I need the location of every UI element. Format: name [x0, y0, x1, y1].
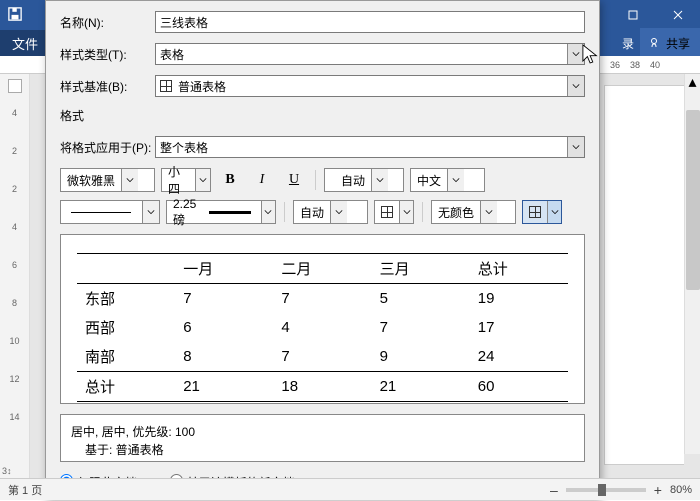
- font-color-combo[interactable]: 自动: [324, 168, 404, 192]
- ruler-origin-icon[interactable]: [8, 79, 22, 93]
- style-description: 居中, 居中, 优先级: 100 基于: 普通表格: [60, 414, 585, 462]
- bold-button[interactable]: B: [217, 168, 243, 192]
- line-weight-sample-icon: [209, 211, 250, 214]
- apply-icon: [529, 206, 541, 218]
- borders-icon: [381, 206, 393, 218]
- chevron-down-icon[interactable]: [121, 169, 138, 191]
- style-base-combo[interactable]: 普通表格: [155, 75, 585, 97]
- chevron-down-icon[interactable]: [567, 76, 584, 96]
- table-header: [77, 254, 175, 284]
- style-type-value: 表格: [156, 44, 567, 65]
- page-indicator[interactable]: 第 1 页: [8, 482, 42, 498]
- page-count-icon: 3↕: [0, 464, 29, 478]
- name-label: 名称(N):: [60, 14, 155, 31]
- ruler-tick: 38: [630, 60, 640, 70]
- font-toolbar: 微软雅黑 小四 B I U 自动 中文: [60, 168, 585, 192]
- ruler-tick: 40: [650, 60, 660, 70]
- zoom-slider[interactable]: [566, 488, 646, 492]
- table-total-row: 总计 21 18 21 60: [77, 372, 568, 402]
- style-base-label: 样式基准(B):: [60, 78, 155, 95]
- apply-to-value: 整个表格: [156, 137, 567, 158]
- format-section-title: 格式: [60, 107, 585, 124]
- scroll-up-arrow[interactable]: ▴: [686, 74, 700, 90]
- modify-style-dialog: 名称(N): 样式类型(T): 表格 样式基准(B): 普通表格 格式 将格式应…: [45, 0, 600, 500]
- chevron-down-icon[interactable]: [399, 201, 413, 223]
- chevron-down-icon[interactable]: [480, 201, 497, 223]
- border-color-combo[interactable]: 自动: [293, 200, 368, 224]
- table-icon: [160, 80, 172, 92]
- chevron-down-icon[interactable]: [567, 137, 584, 157]
- ruler-tick: 36: [610, 60, 620, 70]
- apply-to-combo[interactable]: 整个表格: [155, 136, 585, 158]
- language-combo[interactable]: 中文: [410, 168, 485, 192]
- status-bar: 第 1 页 – + 80%: [0, 478, 700, 500]
- login-link[interactable]: 录: [622, 35, 634, 52]
- save-icon[interactable]: [8, 7, 22, 24]
- table-row: 西部 6 4 7 17: [77, 313, 568, 342]
- zoom-in-button[interactable]: +: [654, 482, 662, 498]
- vertical-scrollbar[interactable]: ▴: [684, 74, 700, 454]
- fill-color-combo[interactable]: 无颜色: [431, 200, 516, 224]
- line-sample-icon: [71, 212, 131, 213]
- style-base-value: 普通表格: [156, 76, 567, 97]
- document-page: [604, 85, 684, 465]
- line-style-combo[interactable]: [60, 200, 160, 224]
- chevron-down-icon[interactable]: [330, 201, 347, 223]
- apply-borders-split-button[interactable]: [522, 200, 562, 224]
- separator: [315, 170, 316, 190]
- scroll-thumb[interactable]: [686, 110, 700, 290]
- style-name-input[interactable]: [155, 11, 585, 33]
- table-header: 二月: [273, 254, 371, 284]
- underline-button[interactable]: U: [281, 168, 307, 192]
- table-row: 东部 7 7 5 19: [77, 284, 568, 314]
- chevron-down-icon[interactable]: [447, 169, 464, 191]
- close-button[interactable]: [655, 0, 700, 30]
- separator: [284, 202, 285, 222]
- share-icon: [650, 36, 662, 51]
- font-name-combo[interactable]: 微软雅黑: [60, 168, 155, 192]
- zoom-slider-thumb[interactable]: [598, 484, 606, 496]
- style-type-label: 样式类型(T):: [60, 46, 155, 63]
- file-tab[interactable]: 文件: [0, 30, 50, 56]
- italic-button[interactable]: I: [249, 168, 275, 192]
- table-header: 三月: [372, 254, 470, 284]
- style-type-combo[interactable]: 表格: [155, 43, 585, 65]
- preview-table: 一月 二月 三月 总计 东部 7 7 5 19 西部 6 4 7 1: [77, 253, 568, 402]
- apply-to-label: 将格式应用于(P):: [60, 139, 155, 156]
- zoom-out-button[interactable]: –: [550, 482, 558, 498]
- chevron-down-icon[interactable]: [142, 201, 159, 223]
- share-label: 共享: [666, 35, 690, 52]
- table-row: 南部 8 7 9 24: [77, 342, 568, 372]
- style-preview: 一月 二月 三月 总计 东部 7 7 5 19 西部 6 4 7 1: [60, 234, 585, 404]
- vertical-ruler: 4 2 2 4 6 8 10 12 14: [0, 98, 29, 464]
- border-toolbar: 2.25 磅 自动 无颜色: [60, 200, 585, 224]
- chevron-down-icon[interactable]: [371, 169, 388, 191]
- table-header: 总计: [470, 254, 568, 284]
- chevron-down-icon[interactable]: [567, 44, 584, 64]
- table-header: 一月: [175, 254, 273, 284]
- chevron-down-icon[interactable]: [261, 201, 275, 223]
- left-gutter: 4 2 2 4 6 8 10 12 14 3↕: [0, 74, 30, 478]
- zoom-percent[interactable]: 80%: [670, 484, 692, 496]
- line-weight-combo[interactable]: 2.25 磅: [166, 200, 276, 224]
- font-size-combo[interactable]: 小四: [161, 168, 211, 192]
- maximize-button[interactable]: [610, 0, 655, 30]
- borders-button[interactable]: [374, 200, 414, 224]
- chevron-down-icon[interactable]: [195, 169, 210, 191]
- separator: [422, 202, 423, 222]
- share-button[interactable]: 共享: [640, 28, 700, 58]
- chevron-down-icon[interactable]: [547, 201, 561, 223]
